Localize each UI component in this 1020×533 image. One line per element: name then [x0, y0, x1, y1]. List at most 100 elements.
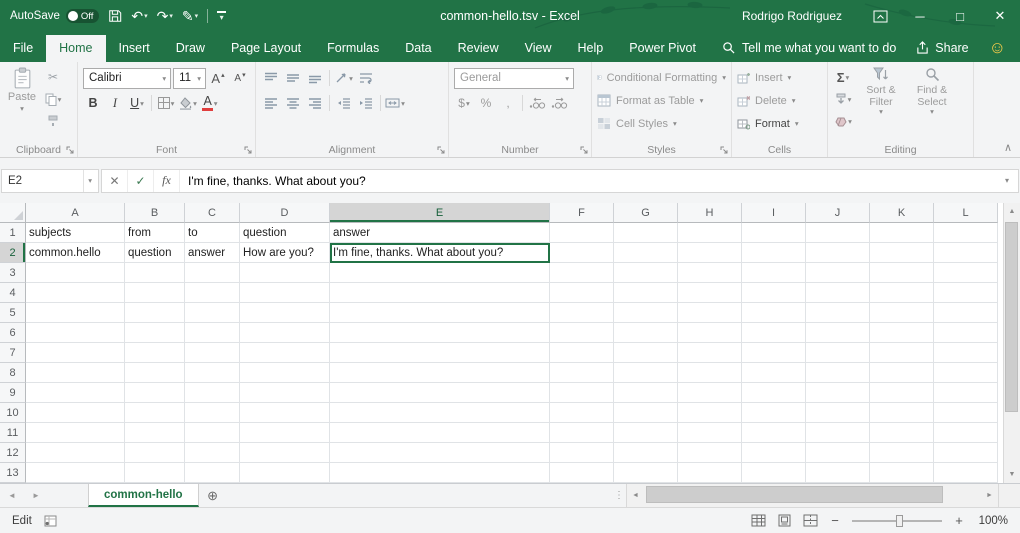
cell-B7[interactable]	[125, 343, 185, 363]
cell-B13[interactable]	[125, 463, 185, 483]
macro-record-button[interactable]	[44, 515, 57, 527]
cell-C9[interactable]	[185, 383, 240, 403]
cell-K7[interactable]	[870, 343, 934, 363]
increase-font-size-button[interactable]: A▴	[208, 68, 228, 88]
scroll-left-button[interactable]: ◄	[627, 484, 644, 507]
row-header-5[interactable]: 5	[0, 303, 26, 323]
cell-G11[interactable]	[614, 423, 678, 443]
comma-style-button[interactable]: ,	[498, 93, 518, 113]
cell-C13[interactable]	[185, 463, 240, 483]
cell-A6[interactable]	[26, 323, 125, 343]
cell-F13[interactable]	[550, 463, 614, 483]
cell-D1[interactable]: question	[240, 223, 330, 243]
row-header-10[interactable]: 10	[0, 403, 26, 423]
tab-file[interactable]: File	[0, 35, 46, 62]
cell-E1[interactable]: answer	[330, 223, 550, 243]
cell-K5[interactable]	[870, 303, 934, 323]
cell-I7[interactable]	[742, 343, 806, 363]
cell-G13[interactable]	[614, 463, 678, 483]
cell-H12[interactable]	[678, 443, 742, 463]
cell-L2[interactable]	[934, 243, 998, 263]
cell-C12[interactable]	[185, 443, 240, 463]
maximize-button[interactable]: □	[940, 0, 980, 32]
increase-indent-button[interactable]	[356, 93, 376, 113]
row-header-13[interactable]: 13	[0, 463, 26, 483]
cell-C1[interactable]: to	[185, 223, 240, 243]
feedback-smiley-button[interactable]: ☺	[989, 39, 1006, 56]
cell-H2[interactable]	[678, 243, 742, 263]
conditional-formatting-button[interactable]: Conditional Formatting ▾	[597, 67, 726, 88]
cell-G9[interactable]	[614, 383, 678, 403]
cell-H5[interactable]	[678, 303, 742, 323]
tab-scrollbar-splitter[interactable]: ⋮	[612, 484, 626, 507]
decrease-decimal-button[interactable]	[549, 93, 569, 113]
cell-K4[interactable]	[870, 283, 934, 303]
cell-D8[interactable]	[240, 363, 330, 383]
collapse-ribbon-button[interactable]: ∧	[1004, 141, 1012, 154]
cell-L9[interactable]	[934, 383, 998, 403]
cell-A8[interactable]	[26, 363, 125, 383]
clipboard-dialog-launcher[interactable]	[65, 145, 75, 155]
cell-D4[interactable]	[240, 283, 330, 303]
cell-E8[interactable]	[330, 363, 550, 383]
row-header-12[interactable]: 12	[0, 443, 26, 463]
font-color-button[interactable]: A▾	[200, 93, 220, 113]
cell-D13[interactable]	[240, 463, 330, 483]
cell-L13[interactable]	[934, 463, 998, 483]
cell-E7[interactable]	[330, 343, 550, 363]
zoom-thumb[interactable]	[896, 515, 903, 527]
zoom-in-button[interactable]: +	[953, 513, 965, 528]
cell-K11[interactable]	[870, 423, 934, 443]
align-left-button[interactable]	[261, 93, 281, 113]
horizontal-scrollbar[interactable]: ◄ ►	[626, 484, 998, 507]
cell-J11[interactable]	[806, 423, 870, 443]
cell-E12[interactable]	[330, 443, 550, 463]
align-center-button[interactable]	[283, 93, 303, 113]
cell-B1[interactable]: from	[125, 223, 185, 243]
format-as-table-button[interactable]: Format as Table ▾	[597, 90, 726, 111]
cell-I12[interactable]	[742, 443, 806, 463]
cell-L1[interactable]	[934, 223, 998, 243]
font-name-select[interactable]: Calibri▾	[83, 68, 171, 89]
row-header-8[interactable]: 8	[0, 363, 26, 383]
cell-D7[interactable]	[240, 343, 330, 363]
cell-G6[interactable]	[614, 323, 678, 343]
insert-cells-button[interactable]: Insert ▾	[737, 67, 822, 88]
row-header-6[interactable]: 6	[0, 323, 26, 343]
underline-button[interactable]: U▾	[127, 93, 147, 113]
zoom-level[interactable]: 100%	[976, 515, 1008, 527]
cell-C2[interactable]: answer	[185, 243, 240, 263]
cell-I11[interactable]	[742, 423, 806, 443]
tab-power-pivot[interactable]: Power Pivot	[616, 35, 709, 62]
cell-A12[interactable]	[26, 443, 125, 463]
enter-button[interactable]: ✓	[128, 170, 154, 192]
font-size-select[interactable]: 11▾	[173, 68, 206, 89]
cell-I5[interactable]	[742, 303, 806, 323]
cancel-button[interactable]: ✕	[102, 170, 128, 192]
cell-D9[interactable]	[240, 383, 330, 403]
cell-E3[interactable]	[330, 263, 550, 283]
increase-decimal-button[interactable]	[527, 93, 547, 113]
cell-B6[interactable]	[125, 323, 185, 343]
cell-B3[interactable]	[125, 263, 185, 283]
cell-J8[interactable]	[806, 363, 870, 383]
cell-J4[interactable]	[806, 283, 870, 303]
cell-K3[interactable]	[870, 263, 934, 283]
cell-L4[interactable]	[934, 283, 998, 303]
cell-H10[interactable]	[678, 403, 742, 423]
column-header-H[interactable]: H	[678, 203, 742, 223]
save-button[interactable]	[108, 9, 122, 23]
cell-styles-button[interactable]: Cell Styles ▾	[597, 113, 726, 134]
cell-F9[interactable]	[550, 383, 614, 403]
cell-B12[interactable]	[125, 443, 185, 463]
column-header-A[interactable]: A	[26, 203, 125, 223]
cell-I3[interactable]	[742, 263, 806, 283]
cell-A4[interactable]	[26, 283, 125, 303]
cell-I6[interactable]	[742, 323, 806, 343]
cell-F2[interactable]	[550, 243, 614, 263]
row-header-9[interactable]: 9	[0, 383, 26, 403]
cell-F8[interactable]	[550, 363, 614, 383]
cell-H4[interactable]	[678, 283, 742, 303]
cell-B9[interactable]	[125, 383, 185, 403]
cell-L8[interactable]	[934, 363, 998, 383]
